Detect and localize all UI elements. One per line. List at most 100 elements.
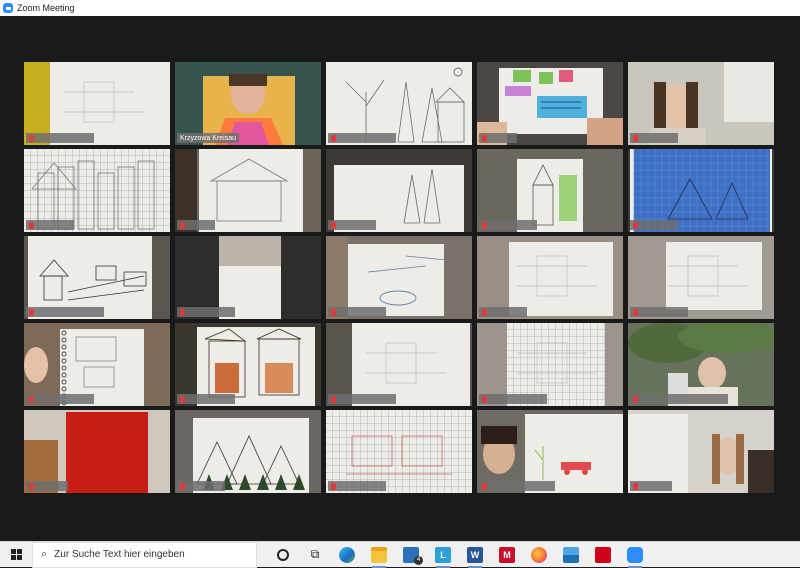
muted-mic-icon bbox=[29, 221, 34, 229]
participant-nameplate bbox=[328, 481, 386, 491]
participant-tile[interactable] bbox=[24, 62, 170, 145]
start-button[interactable] bbox=[0, 542, 32, 568]
participant-tile[interactable]: Krzyzowa Kreisau bbox=[175, 62, 321, 145]
participant-tile[interactable] bbox=[175, 410, 321, 493]
participant-grid: Krzyzowa Kreisau bbox=[24, 62, 776, 494]
participant-tile[interactable] bbox=[24, 410, 170, 493]
meeting-gallery-view: Krzyzowa Kreisau bbox=[0, 16, 800, 541]
windows-taskbar: ⌕ Zur Suche Text hier eingeben ⧉ 4 L W M bbox=[0, 541, 800, 568]
participant-tile[interactable] bbox=[477, 62, 623, 145]
participant-nameplate bbox=[479, 220, 537, 230]
acrobat-icon bbox=[595, 546, 611, 563]
participant-tile[interactable] bbox=[24, 236, 170, 319]
participant-nameplate bbox=[630, 481, 672, 491]
participant-nameplate bbox=[26, 220, 74, 230]
participant-nameplate bbox=[177, 307, 235, 317]
muted-mic-icon bbox=[180, 221, 185, 229]
cortana-icon bbox=[277, 548, 289, 561]
firefox-icon bbox=[531, 546, 547, 563]
muted-mic-icon bbox=[482, 308, 487, 316]
muted-mic-icon bbox=[29, 482, 34, 490]
acrobat-button[interactable] bbox=[587, 542, 619, 568]
task-view-icon: ⧉ bbox=[310, 547, 320, 561]
participant-name: Krzyzowa Kreisau bbox=[180, 134, 237, 142]
participant-tile[interactable] bbox=[628, 323, 774, 406]
participant-tile[interactable] bbox=[628, 236, 774, 319]
participant-nameplate bbox=[177, 394, 235, 404]
muted-mic-icon bbox=[331, 308, 336, 316]
participant-tile[interactable] bbox=[326, 323, 472, 406]
search-placeholder: Zur Suche Text hier eingeben bbox=[54, 549, 185, 560]
muted-mic-icon bbox=[331, 395, 336, 403]
word-icon: W bbox=[467, 546, 483, 563]
muted-mic-icon bbox=[633, 134, 638, 142]
task-view-button[interactable]: ⧉ bbox=[299, 542, 331, 568]
muted-mic-icon bbox=[331, 482, 336, 490]
window-titlebar: Zoom Meeting bbox=[0, 0, 800, 16]
participant-nameplate bbox=[479, 307, 527, 317]
photos-icon bbox=[563, 546, 579, 563]
participant-nameplate bbox=[328, 220, 376, 230]
taskbar-app-icons: ⧉ 4 L W M bbox=[267, 542, 651, 568]
mail-badge: 4 bbox=[414, 555, 423, 565]
participant-nameplate bbox=[630, 220, 678, 230]
participant-nameplate bbox=[630, 133, 678, 143]
participant-tile[interactable] bbox=[175, 236, 321, 319]
participant-tile[interactable] bbox=[477, 149, 623, 232]
participant-nameplate bbox=[328, 307, 386, 317]
participant-nameplate bbox=[177, 220, 215, 230]
muted-mic-icon bbox=[180, 308, 185, 316]
word-button[interactable]: W bbox=[459, 542, 491, 568]
zoom-button[interactable] bbox=[619, 542, 651, 568]
participant-nameplate bbox=[328, 133, 396, 143]
muted-mic-icon bbox=[633, 221, 638, 229]
participant-tile[interactable] bbox=[326, 236, 472, 319]
muted-mic-icon bbox=[29, 395, 34, 403]
zoom-logo-icon bbox=[3, 3, 13, 13]
participant-tile[interactable] bbox=[628, 62, 774, 145]
muted-mic-icon bbox=[180, 482, 185, 490]
participant-tile[interactable] bbox=[175, 323, 321, 406]
file-explorer-button[interactable] bbox=[363, 542, 395, 568]
muted-mic-icon bbox=[482, 395, 487, 403]
window-title: Zoom Meeting bbox=[17, 3, 75, 13]
lexicon-button[interactable]: L bbox=[427, 542, 459, 568]
mail-button[interactable]: 4 bbox=[395, 542, 427, 568]
participant-nameplate bbox=[479, 481, 555, 491]
muted-mic-icon bbox=[482, 221, 487, 229]
search-icon: ⌕ bbox=[41, 548, 48, 560]
participant-nameplate bbox=[479, 133, 517, 143]
photos-button[interactable] bbox=[555, 542, 587, 568]
participant-tile[interactable] bbox=[628, 410, 774, 493]
participant-nameplate bbox=[177, 481, 225, 491]
participant-nameplate: Krzyzowa Kreisau bbox=[177, 133, 240, 143]
participant-tile[interactable] bbox=[326, 62, 472, 145]
edge-icon bbox=[339, 546, 355, 563]
lexicon-l-icon: L bbox=[435, 546, 451, 563]
participant-tile[interactable] bbox=[326, 149, 472, 232]
cortana-button[interactable] bbox=[267, 542, 299, 568]
participant-tile[interactable] bbox=[477, 236, 623, 319]
taskbar-search-box[interactable]: ⌕ Zur Suche Text hier eingeben bbox=[32, 541, 257, 568]
participant-tile[interactable] bbox=[477, 410, 623, 493]
firefox-button[interactable] bbox=[523, 542, 555, 568]
edge-button[interactable] bbox=[331, 542, 363, 568]
windows-logo-icon bbox=[10, 549, 22, 560]
muted-mic-icon bbox=[633, 482, 638, 490]
participant-tile[interactable] bbox=[24, 323, 170, 406]
participant-tile[interactable] bbox=[477, 323, 623, 406]
muted-mic-icon bbox=[29, 134, 34, 142]
participant-nameplate bbox=[630, 307, 688, 317]
participant-tile[interactable] bbox=[326, 410, 472, 493]
muted-mic-icon bbox=[331, 221, 336, 229]
participant-tile[interactable] bbox=[175, 149, 321, 232]
participant-nameplate bbox=[26, 307, 104, 317]
muted-mic-icon bbox=[633, 308, 638, 316]
participant-nameplate bbox=[26, 481, 68, 491]
muted-mic-icon bbox=[180, 395, 185, 403]
mcafee-icon: M bbox=[499, 546, 515, 563]
participant-tile[interactable] bbox=[628, 149, 774, 232]
participant-tile[interactable] bbox=[24, 149, 170, 232]
mcafee-button[interactable]: M bbox=[491, 542, 523, 568]
participant-nameplate bbox=[26, 133, 94, 143]
